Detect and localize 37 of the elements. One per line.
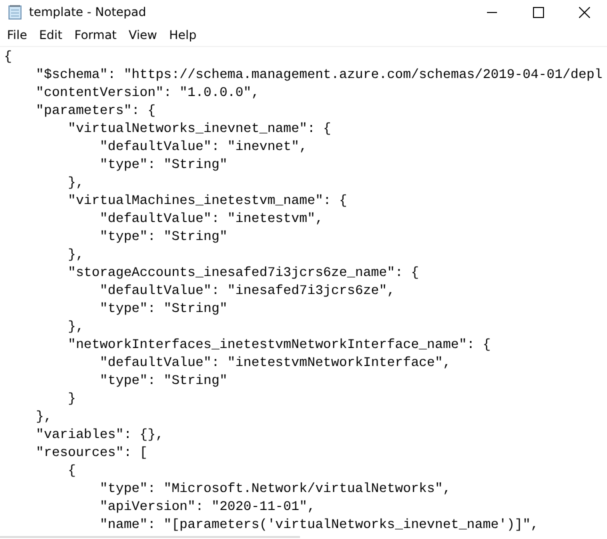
code-line: "parameters": { bbox=[34, 102, 156, 120]
scrollbar[interactable] bbox=[0, 536, 300, 538]
code-line: "virtualMachines_inetestvm_name": { bbox=[66, 192, 348, 210]
code-line: "storageAccounts_inesafed7i3jcrs6ze_name": { bbox=[66, 264, 419, 282]
code-line: "type": "Microsoft.Network/virtualNetworks", bbox=[98, 480, 451, 498]
notepad-icon bbox=[8, 4, 22, 20]
code-line: "defaultValue": "inetestvm", bbox=[98, 210, 324, 228]
code-line: }, bbox=[66, 318, 84, 336]
code-line: "contentVersion": "1.0.0.0", bbox=[34, 84, 260, 102]
code-line: "defaultValue": "inesafed7i3jcrs6ze", bbox=[98, 282, 395, 300]
menu-item[interactable]: Help bbox=[163, 26, 202, 44]
code-line: "type": "String" bbox=[98, 300, 228, 318]
code-line: "type": "String" bbox=[98, 372, 228, 390]
close-icon bbox=[578, 6, 590, 18]
code-line: "resources": [ bbox=[34, 444, 148, 462]
menu-item[interactable]: File bbox=[1, 26, 34, 44]
code-line: }, bbox=[66, 246, 84, 264]
code-line: "name": "[parameters('virtualNetworks_inevnet_name')]", bbox=[98, 516, 539, 534]
code-line: }, bbox=[34, 408, 52, 426]
maximize-icon bbox=[532, 6, 544, 18]
code-line: "apiVersion": "2020-11-01", bbox=[98, 498, 316, 516]
code-line: { bbox=[66, 462, 76, 480]
code-line: "$schema": "https://schema.management.azure.com/schemas/2019-04-01/depl bbox=[34, 66, 602, 84]
code-line: "networkInterfaces_inetestvmNetworkInterface_name": { bbox=[66, 336, 491, 354]
menu-item[interactable]: View bbox=[122, 26, 164, 44]
code-line: "type": "String" bbox=[98, 156, 228, 174]
code-line: } bbox=[66, 390, 76, 408]
menu-item[interactable]: Edit bbox=[33, 26, 68, 44]
code-line: "variables": {}, bbox=[34, 426, 164, 444]
menu-item[interactable]: Format bbox=[68, 26, 123, 44]
code-line: }, bbox=[66, 174, 84, 192]
window-title: template - Notepad bbox=[29, 5, 148, 19]
code-line: "defaultValue": "inetestvmNetworkInterface", bbox=[98, 354, 451, 372]
code-line: "virtualNetworks_inevnet_name": { bbox=[66, 120, 332, 138]
code-line: "type": "String" bbox=[98, 228, 228, 246]
code-line: "defaultValue": "inevnet", bbox=[98, 138, 308, 156]
code-line: { bbox=[4, 48, 12, 66]
